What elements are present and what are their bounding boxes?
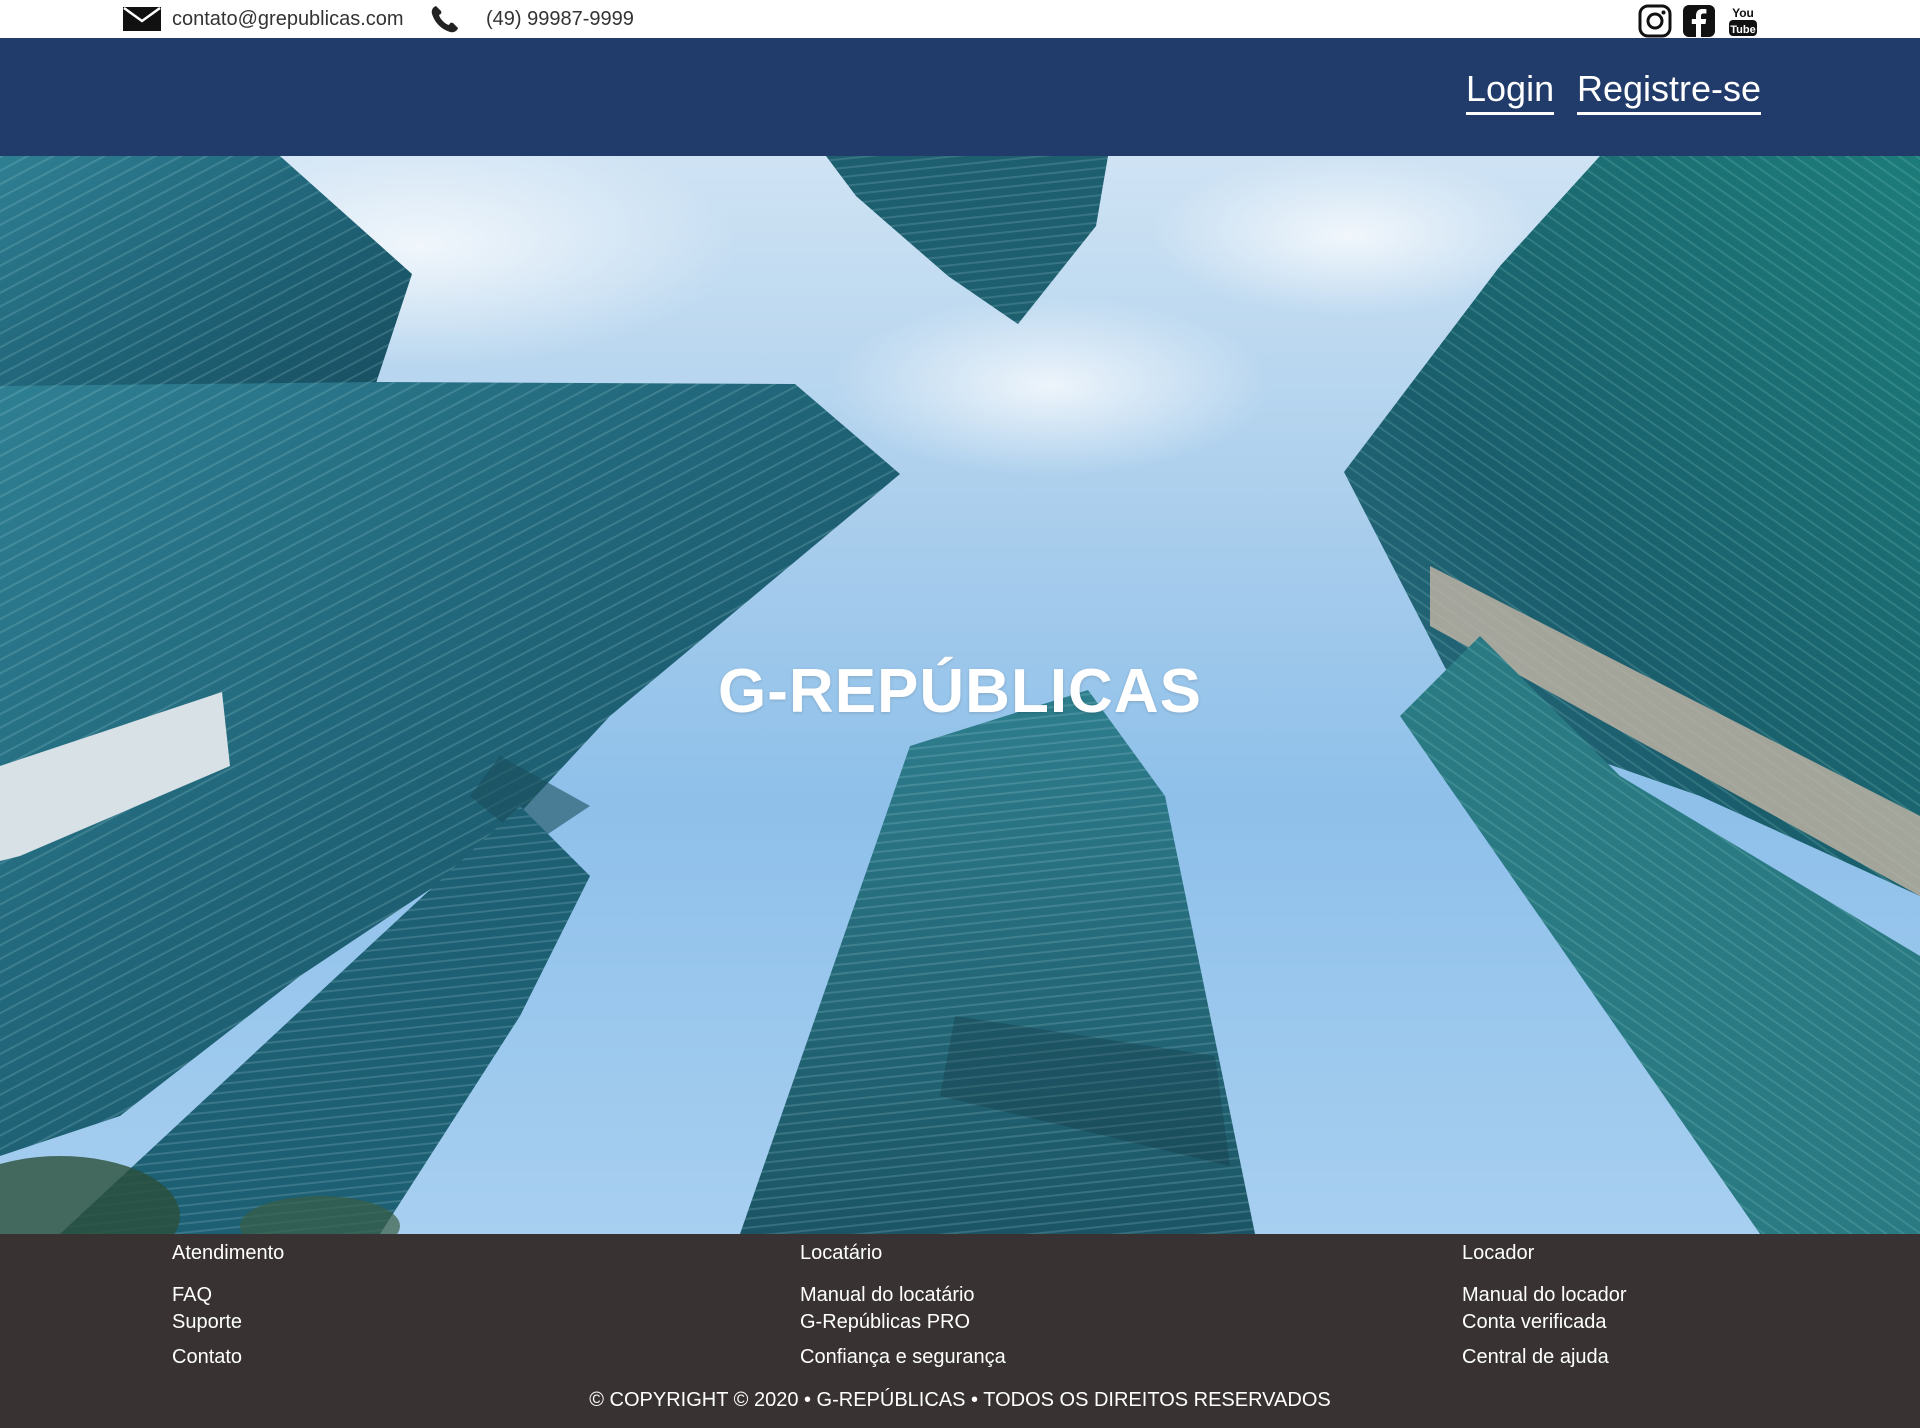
footer-link-pro[interactable]: G-Repúblicas PRO bbox=[800, 1311, 970, 1334]
footer-link-faq[interactable]: FAQ bbox=[172, 1284, 212, 1307]
site-footer: Atendimento FAQ Suporte Contato Locatári… bbox=[0, 1234, 1920, 1428]
copyright-text: © COPYRIGHT © 2020 • G-REPÚBLICAS • TODO… bbox=[589, 1389, 1331, 1411]
facebook-icon[interactable] bbox=[1682, 4, 1716, 38]
envelope-icon bbox=[123, 6, 161, 31]
login-link[interactable]: Login bbox=[1466, 68, 1555, 115]
hero-title: G-REPÚBLICAS bbox=[718, 657, 1202, 726]
contact-phone-text: (49) 99987-9999 bbox=[486, 7, 634, 30]
footer-heading: Atendimento bbox=[172, 1242, 285, 1264]
phone-icon bbox=[431, 6, 458, 33]
footer-link-suporte[interactable]: Suporte bbox=[172, 1311, 242, 1334]
social-links: You Tube bbox=[1638, 4, 1760, 38]
footer-link-manual-locador[interactable]: Manual do locador bbox=[1462, 1284, 1627, 1307]
instagram-icon[interactable] bbox=[1638, 4, 1672, 38]
footer-link-confianca[interactable]: Confiança e segurança bbox=[800, 1346, 1006, 1369]
svg-text:You: You bbox=[1732, 6, 1754, 20]
contact-phone[interactable]: (49) 99987-9999 bbox=[430, 4, 634, 34]
contact-email-text: contato@grepublicas.com bbox=[172, 7, 404, 30]
youtube-icon[interactable]: You Tube bbox=[1726, 4, 1760, 38]
footer-link-central-ajuda[interactable]: Central de ajuda bbox=[1462, 1346, 1609, 1369]
footer-link-conta-verificada[interactable]: Conta verificada bbox=[1462, 1311, 1607, 1334]
top-contact-bar: contato@grepublicas.com (49) 99987-9999 … bbox=[0, 0, 1920, 38]
contact-email[interactable]: contato@grepublicas.com bbox=[122, 4, 404, 34]
main-navbar: Login Registre-se bbox=[0, 38, 1920, 156]
register-link[interactable]: Registre-se bbox=[1577, 68, 1762, 115]
footer-heading: Locatário bbox=[800, 1242, 883, 1264]
footer-link-manual-locatario[interactable]: Manual do locatário bbox=[800, 1284, 975, 1307]
footer-link-contato[interactable]: Contato bbox=[172, 1346, 242, 1369]
footer-heading: Locador bbox=[1462, 1242, 1535, 1264]
hero-banner: G-REPÚBLICAS bbox=[0, 156, 1920, 1234]
svg-text:Tube: Tube bbox=[1730, 24, 1755, 36]
